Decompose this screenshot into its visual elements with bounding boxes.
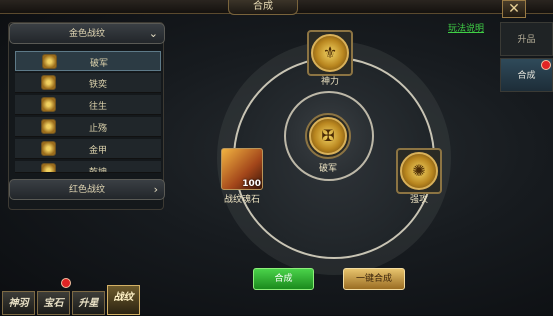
category-gold-rune[interactable]: 金色战纹 ⌄ [9, 23, 165, 44]
rune-list: 破军 铁奕 往生 止殇 金甲 乾坤 [15, 51, 161, 197]
category-red-rune[interactable]: 红色战纹 › [9, 179, 165, 200]
tab-star-up[interactable]: 升星 [72, 291, 105, 315]
synthesize-button[interactable]: 合成 [253, 268, 314, 290]
top-rune-label: 神力 [320, 77, 339, 87]
right-rune-label: 强攻 [409, 195, 428, 205]
chevron-right-icon: › [153, 183, 158, 196]
gold-rune-icon [41, 163, 56, 172]
gold-rune-icon [41, 75, 56, 90]
material-count: 100 [242, 179, 261, 189]
list-item-label: 乾坤 [89, 168, 108, 173]
window-title: 合成 [228, 0, 298, 15]
gold-rune-icon [41, 141, 56, 156]
list-item[interactable]: 铁奕 [15, 73, 161, 93]
help-link[interactable]: 玩法说明 [448, 21, 484, 34]
tab-gem[interactable]: 宝石 [37, 291, 70, 315]
gold-rune-icon [41, 119, 56, 134]
tab-upgrade[interactable]: 升品 [500, 22, 553, 56]
gold-rune-icon [42, 54, 57, 69]
notification-dot [541, 60, 551, 70]
tab-shenyu[interactable]: 神羽 [2, 291, 35, 315]
tab-battle-rune[interactable]: 战纹 [107, 285, 140, 315]
center-rune-slot[interactable]: ✠ [305, 113, 351, 159]
rune-soulstone-icon[interactable]: 100 [221, 148, 263, 190]
list-item[interactable]: 止殇 [15, 117, 161, 137]
list-item-label: 止殇 [89, 124, 108, 134]
list-item[interactable]: 金甲 [15, 139, 161, 159]
center-rune-label: 破军 [318, 164, 337, 174]
list-item-label: 往生 [89, 102, 108, 112]
qianggong-rune-icon: ✺ [400, 152, 438, 190]
notification-dot [61, 278, 71, 288]
shenli-rune-icon: ⚜ [311, 34, 349, 72]
list-item[interactable]: 乾坤 [15, 161, 161, 173]
category-label: 金色战纹 [68, 29, 105, 39]
list-item-label: 铁奕 [89, 80, 108, 90]
list-item-label: 金甲 [89, 146, 108, 156]
list-item-label: 破军 [90, 59, 109, 69]
one-click-synthesize-button[interactable]: 一键合成 [343, 268, 405, 290]
right-rune-slot[interactable]: ✺ [396, 148, 442, 194]
close-button[interactable]: ✕ [502, 0, 526, 18]
gold-rune-icon [41, 97, 56, 112]
list-item[interactable]: 往生 [15, 95, 161, 115]
list-item[interactable]: 破军 [15, 51, 161, 71]
category-label: 红色战纹 [68, 185, 105, 195]
bottom-tab-bar: 神羽 宝石 升星 战纹 [0, 278, 140, 315]
rune-list-panel: 金色战纹 ⌄ 破军 铁奕 往生 止殇 金甲 乾坤 红色战纹 › [8, 22, 165, 210]
pojun-rune-icon: ✠ [309, 117, 347, 155]
top-rune-slot[interactable]: ⚜ [307, 30, 353, 76]
material-label: 战纹魂石 [223, 195, 260, 205]
chevron-down-icon: ⌄ [148, 27, 158, 40]
